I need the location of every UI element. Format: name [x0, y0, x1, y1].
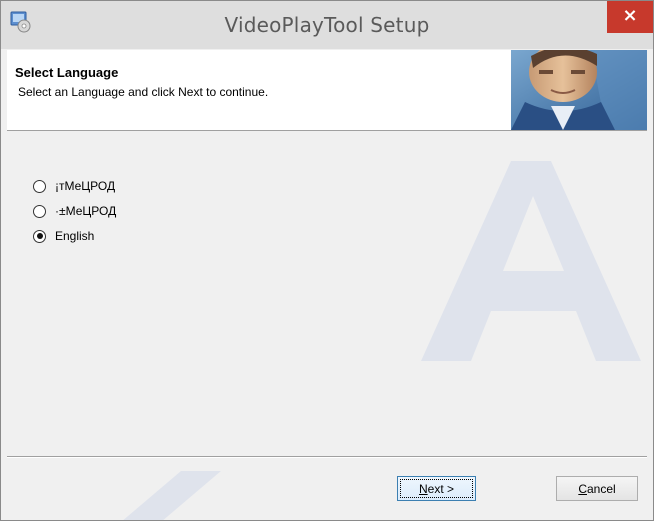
close-button[interactable]: × — [607, 1, 653, 33]
next-button[interactable]: Next > — [397, 476, 476, 501]
focus-rectangle — [400, 479, 473, 498]
close-icon[interactable]: × — [622, 5, 637, 26]
radio-button-selected[interactable] — [33, 229, 46, 243]
language-option-1[interactable]: ¡тМеЦРОД — [33, 177, 115, 195]
language-option-english[interactable]: English — [33, 227, 94, 245]
cancel-button-label: Cancel — [578, 481, 616, 496]
title-bar[interactable]: VideoPlayTool Setup × — [1, 1, 653, 49]
setup-window: VideoPlayTool Setup × Select Language Se… — [0, 0, 654, 521]
wizard-footer: Next > Cancel — [7, 458, 647, 516]
radio-button[interactable] — [33, 204, 46, 218]
language-option-2[interactable]: ·±МеЦРОД — [33, 202, 116, 220]
page-title: Select Language — [15, 65, 119, 80]
cancel-button[interactable]: Cancel — [556, 476, 638, 501]
wizard-header: Select Language Select an Language and c… — [7, 50, 647, 131]
language-options: ¡тМеЦРОД ·±МеЦРОД English — [7, 131, 647, 456]
language-label[interactable]: ¡тМеЦРОД — [55, 179, 115, 193]
radio-button[interactable] — [33, 179, 46, 193]
page-subtitle: Select an Language and click Next to con… — [18, 85, 269, 99]
language-label[interactable]: English — [55, 229, 94, 243]
language-label[interactable]: ·±МеЦРОД — [55, 204, 116, 218]
window-title: VideoPlayTool Setup — [224, 13, 430, 37]
header-banner-image — [511, 50, 647, 130]
